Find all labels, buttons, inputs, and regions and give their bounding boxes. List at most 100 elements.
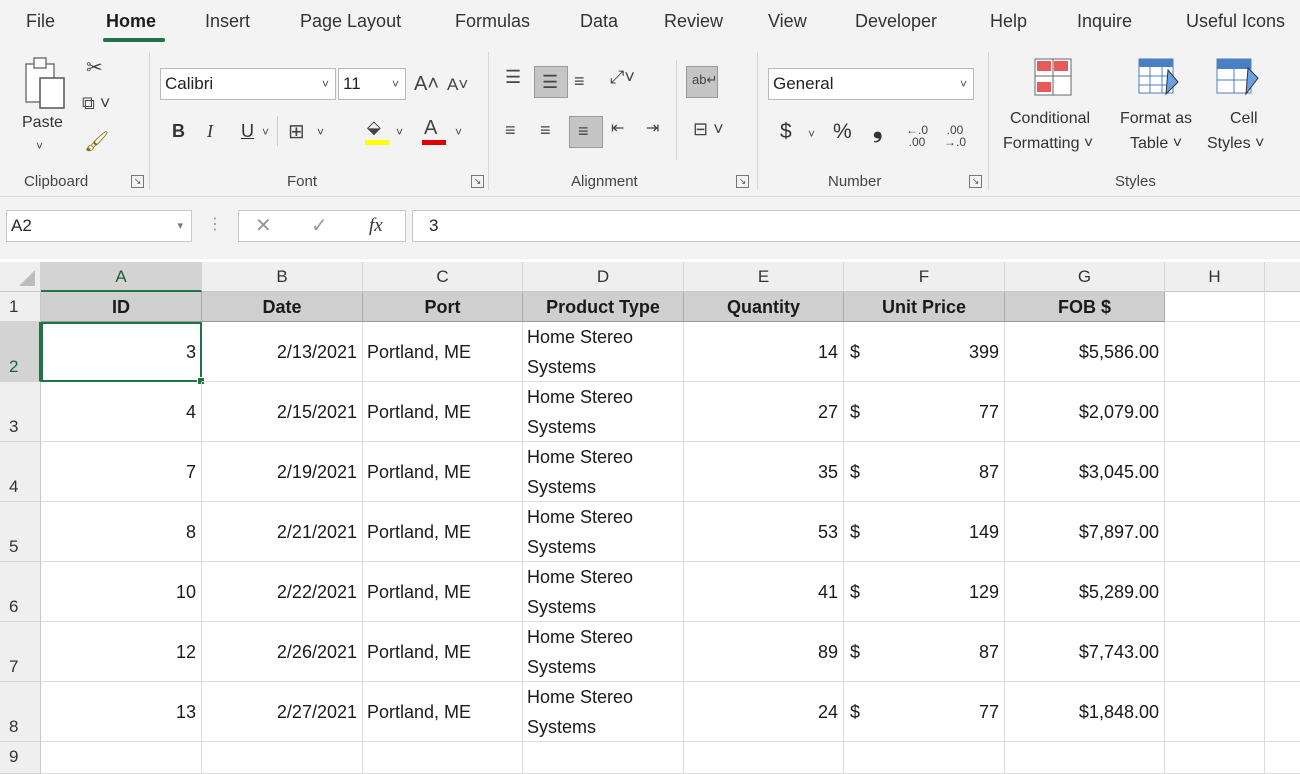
empty-cell[interactable] xyxy=(1165,382,1265,442)
italic-button[interactable]: I xyxy=(207,121,213,142)
header-cell-product-type[interactable]: Product Type xyxy=(523,292,684,322)
empty-cell[interactable] xyxy=(1165,622,1265,682)
empty-cell[interactable] xyxy=(1165,682,1265,742)
row-header-9[interactable]: 9 xyxy=(0,742,41,774)
empty-cell[interactable] xyxy=(1265,562,1300,622)
cell-date[interactable]: 2/22/2021 xyxy=(202,562,363,622)
cell-fob[interactable]: $5,586.00 xyxy=(1005,322,1165,382)
cell-id[interactable]: 12 xyxy=(41,622,202,682)
dialog-launcher-icon[interactable]: ↘ xyxy=(969,175,982,188)
cell-unit-price[interactable]: $399 xyxy=(844,322,1005,382)
empty-cell[interactable] xyxy=(1265,442,1300,502)
column-header-a[interactable]: A xyxy=(41,262,202,292)
number-format-dropdown[interactable]: General ˅ xyxy=(768,68,974,100)
conditional-formatting-button[interactable]: Conditional Formatting ˅ xyxy=(1000,54,1110,159)
tab-view[interactable]: View xyxy=(768,11,807,32)
cell-port[interactable]: Portland, ME xyxy=(363,322,523,382)
column-header-blank[interactable] xyxy=(1265,262,1300,292)
header-cell-quantity[interactable]: Quantity xyxy=(684,292,844,322)
cell-fob[interactable]: $5,289.00 xyxy=(1005,562,1165,622)
cell-quantity[interactable]: 24 xyxy=(684,682,844,742)
dialog-launcher-icon[interactable]: ↘ xyxy=(736,175,749,188)
format-as-table-button[interactable]: Format as Table ˅ xyxy=(1116,54,1202,159)
chevron-down-icon[interactable]: ˅ xyxy=(262,126,269,138)
header-cell-id[interactable]: ID xyxy=(41,292,202,322)
increase-decimal-icon[interactable]: ←.0.00 xyxy=(906,124,928,148)
align-center-icon[interactable]: ≡ xyxy=(540,121,551,139)
header-cell-fob[interactable]: FOB $ xyxy=(1005,292,1165,322)
cell-date[interactable]: 2/27/2021 xyxy=(202,682,363,742)
column-header-d[interactable]: D xyxy=(523,262,684,292)
tab-help[interactable]: Help xyxy=(990,11,1027,32)
cell-id[interactable]: 4 xyxy=(41,382,202,442)
empty-cell[interactable] xyxy=(1165,742,1265,774)
cell-unit-price[interactable]: $77 xyxy=(844,382,1005,442)
cell-quantity[interactable]: 53 xyxy=(684,502,844,562)
cell-styles-button[interactable]: Cell Styles ˅ xyxy=(1204,54,1274,159)
align-left-icon[interactable]: ≡ xyxy=(505,121,516,139)
cell-port[interactable]: Portland, ME xyxy=(363,502,523,562)
row-header-1[interactable]: 1 xyxy=(0,292,41,322)
empty-cell[interactable] xyxy=(1165,442,1265,502)
name-box[interactable]: A2 ▾ xyxy=(6,210,192,242)
empty-cell[interactable] xyxy=(1265,622,1300,682)
increase-indent-icon[interactable]: ⇥ xyxy=(646,121,659,137)
empty-cell[interactable] xyxy=(1265,322,1300,382)
tab-insert[interactable]: Insert xyxy=(205,11,250,32)
dialog-launcher-icon[interactable]: ↘ xyxy=(471,175,484,188)
cell-port[interactable]: Portland, ME xyxy=(363,622,523,682)
empty-cell[interactable] xyxy=(1165,322,1265,382)
cell-date[interactable]: 2/26/2021 xyxy=(202,622,363,682)
dialog-launcher-icon[interactable]: ↘ xyxy=(131,175,144,188)
insert-function-icon[interactable]: fx xyxy=(369,216,383,235)
decrease-font-size-icon[interactable]: A˅ xyxy=(447,76,468,93)
cell-unit-price[interactable]: $149 xyxy=(844,502,1005,562)
tab-inquire[interactable]: Inquire xyxy=(1077,11,1132,32)
cell-fob[interactable]: $2,079.00 xyxy=(1005,382,1165,442)
header-cell-date[interactable]: Date xyxy=(202,292,363,322)
row-header-3[interactable]: 3 xyxy=(0,382,41,442)
cell-date[interactable]: 2/15/2021 xyxy=(202,382,363,442)
row-header-8[interactable]: 8 xyxy=(0,682,41,742)
top-align-icon[interactable]: ☰ xyxy=(505,68,521,86)
row-header-7[interactable]: 7 xyxy=(0,622,41,682)
empty-cell[interactable] xyxy=(684,742,844,774)
select-all-corner[interactable] xyxy=(0,262,41,292)
tab-developer[interactable]: Developer xyxy=(855,11,937,32)
wrap-text-button[interactable]: ab↵ xyxy=(686,66,718,98)
currency-format-button[interactable]: $ xyxy=(780,120,792,144)
header-cell-unit-price[interactable]: Unit Price xyxy=(844,292,1005,322)
column-header-c[interactable]: C xyxy=(363,262,523,292)
row-header-2[interactable]: 2 xyxy=(0,322,41,382)
header-cell-port[interactable]: Port xyxy=(363,292,523,322)
cell-id[interactable]: 3 xyxy=(41,322,205,385)
column-header-f[interactable]: F xyxy=(844,262,1005,292)
tab-formulas[interactable]: Formulas xyxy=(455,11,530,32)
cell-quantity[interactable]: 41 xyxy=(684,562,844,622)
format-painter-icon[interactable]: 🖌 xyxy=(84,132,109,152)
formula-input[interactable]: 3 xyxy=(412,210,1300,242)
empty-cell[interactable] xyxy=(1005,742,1165,774)
middle-align-button[interactable]: ☰ xyxy=(534,66,568,98)
empty-cell[interactable] xyxy=(1165,502,1265,562)
increase-font-size-icon[interactable]: A˄ xyxy=(414,74,439,94)
cell-port[interactable]: Portland, ME xyxy=(363,382,523,442)
cell-product-type[interactable]: Home Stereo Systems xyxy=(523,562,684,622)
tab-page-layout[interactable]: Page Layout xyxy=(300,11,401,32)
chevron-down-icon[interactable]: ˅ xyxy=(317,126,324,138)
tab-home[interactable]: Home xyxy=(106,11,156,32)
font-color-icon[interactable]: A xyxy=(424,118,437,138)
empty-cell[interactable] xyxy=(202,742,363,774)
cell-product-type[interactable]: Home Stereo Systems xyxy=(523,442,684,502)
cell-date[interactable]: 2/19/2021 xyxy=(202,442,363,502)
cell-port[interactable]: Portland, ME xyxy=(363,562,523,622)
cell-product-type[interactable]: Home Stereo Systems xyxy=(523,682,684,742)
decrease-decimal-icon[interactable]: .00 →.0 xyxy=(944,124,966,148)
orientation-icon[interactable]: ⤢˅ xyxy=(610,68,635,86)
empty-cell[interactable] xyxy=(1265,292,1300,322)
cell-date[interactable]: 2/13/2021 xyxy=(202,322,363,382)
cell-product-type[interactable]: Home Stereo Systems xyxy=(523,382,684,442)
enter-icon[interactable]: ✓ xyxy=(311,216,328,236)
cell-id[interactable]: 8 xyxy=(41,502,202,562)
font-size-dropdown[interactable]: 11 ˅ xyxy=(338,68,406,100)
